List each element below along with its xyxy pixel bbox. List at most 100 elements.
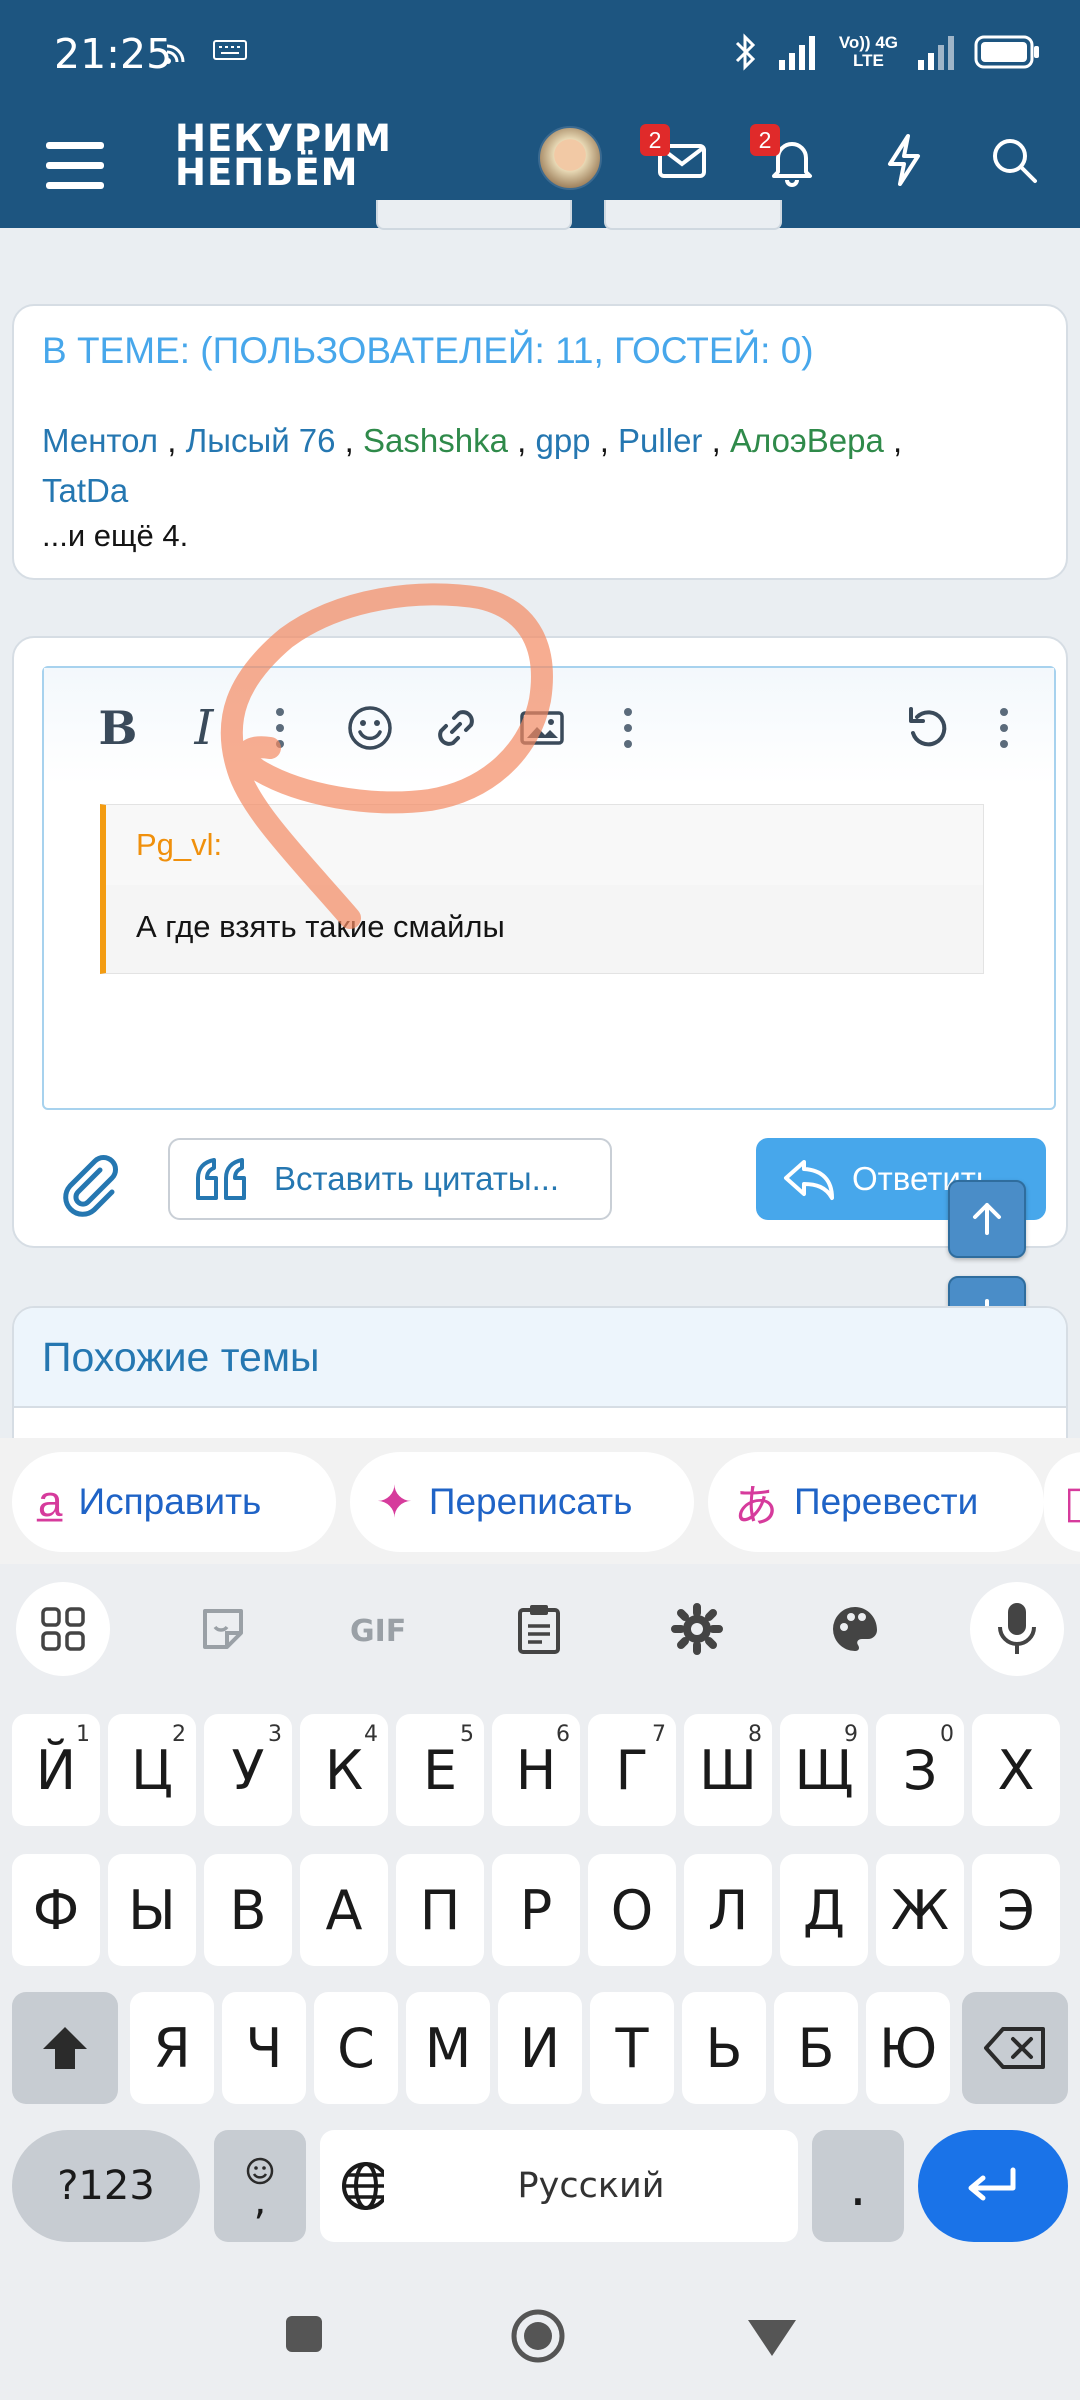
key[interactable]: О	[588, 1854, 676, 1966]
online-user-link[interactable]: Ментол	[42, 422, 158, 459]
reply-editor[interactable]: B I Pg_vl: А где взять такие смайлы	[42, 666, 1056, 1110]
key-hint: 4	[364, 1722, 378, 1747]
more-options-button[interactable]	[974, 698, 1034, 758]
key[interactable]: И	[498, 1992, 582, 2104]
more-insert-options-button[interactable]	[598, 698, 658, 758]
shift-key[interactable]	[12, 1992, 118, 2104]
online-user-link[interactable]: gpp	[535, 422, 590, 459]
link-button[interactable]	[426, 698, 486, 758]
key[interactable]: Ш8	[684, 1714, 772, 1826]
sticker-button[interactable]	[176, 1582, 270, 1676]
key[interactable]: К4	[300, 1714, 388, 1826]
italic-button[interactable]: I	[174, 698, 234, 758]
theme-button[interactable]	[808, 1582, 902, 1676]
scroll-up-button[interactable]	[948, 1180, 1026, 1258]
recents-square-icon[interactable]	[284, 2314, 324, 2354]
suggestion-fix-chip[interactable]: a̲ Исправить	[12, 1452, 336, 1552]
key[interactable]: Е5	[396, 1714, 484, 1826]
attach-files-button[interactable]	[54, 1148, 124, 1218]
key[interactable]: Л	[684, 1854, 772, 1966]
key[interactable]: Й1	[12, 1714, 100, 1826]
home-circle-icon[interactable]	[510, 2308, 566, 2364]
reply-icon	[784, 1160, 834, 1200]
key-hint: 8	[748, 1722, 762, 1747]
back-triangle-icon[interactable]	[746, 2316, 798, 2360]
key-hint: 9	[844, 1722, 858, 1747]
status-time: 21:25	[54, 30, 173, 78]
whats-new-button[interactable]	[874, 130, 934, 190]
shift-icon	[43, 2027, 87, 2069]
online-user-link[interactable]: TatDa	[42, 472, 128, 509]
key[interactable]: У3	[204, 1714, 292, 1826]
apps-button[interactable]	[16, 1582, 110, 1676]
online-user-link[interactable]: Puller	[618, 422, 702, 459]
app-header: 21:25 Vo)) 4G LTE НЕКУРИМ НЕПЬЁМ 2 2	[0, 0, 1080, 228]
key[interactable]: Ю	[866, 1992, 950, 2104]
period-key[interactable]: .	[812, 2130, 904, 2242]
key[interactable]: Ж	[876, 1854, 964, 1966]
lightning-icon	[888, 134, 920, 186]
messages-badge: 2	[640, 124, 670, 156]
key[interactable]: Т	[590, 1992, 674, 2104]
quote-author: Pg_vl:	[136, 827, 223, 862]
image-button[interactable]	[512, 698, 572, 758]
key[interactable]: Э	[972, 1854, 1060, 1966]
more-text-options-button[interactable]	[250, 698, 310, 758]
settings-button[interactable]	[650, 1582, 744, 1676]
key[interactable]: Я	[130, 1992, 214, 2104]
symbols-key[interactable]: ?123	[12, 2130, 200, 2242]
key-label: Ю	[878, 2016, 938, 2080]
undo-button[interactable]	[898, 698, 958, 758]
messages-button[interactable]: 2	[640, 124, 712, 190]
key[interactable]: Х	[972, 1714, 1060, 1826]
key[interactable]: Ь	[682, 1992, 766, 2104]
key[interactable]: Ч	[222, 1992, 306, 2104]
key[interactable]: Р	[492, 1854, 580, 1966]
quote-block[interactable]: Pg_vl: А где взять такие смайлы	[100, 804, 984, 974]
alerts-button[interactable]: 2	[750, 124, 822, 190]
key[interactable]: Н6	[492, 1714, 580, 1826]
key[interactable]: Ы	[108, 1854, 196, 1966]
menu-line	[46, 182, 104, 189]
arrow-up-icon	[973, 1203, 1001, 1235]
key-label: И	[519, 2016, 561, 2080]
key[interactable]: П	[396, 1854, 484, 1966]
key[interactable]: Д	[780, 1854, 868, 1966]
gif-button[interactable]: GIF	[334, 1582, 428, 1676]
online-user-link[interactable]: АлоэВера	[730, 422, 884, 459]
site-logo[interactable]: НЕКУРИМ НЕПЬЁМ	[175, 120, 392, 191]
key-label: Г	[615, 1738, 649, 1802]
menu-button[interactable]	[42, 132, 108, 198]
emoji-comma-key[interactable]: ,	[214, 2130, 306, 2242]
smilies-button[interactable]	[340, 698, 400, 758]
key[interactable]: Щ9	[780, 1714, 868, 1826]
voice-input-button[interactable]	[970, 1582, 1064, 1676]
backspace-key[interactable]	[962, 1992, 1068, 2104]
key[interactable]: Б	[774, 1992, 858, 2104]
key[interactable]: М	[406, 1992, 490, 2104]
search-button[interactable]	[984, 130, 1044, 190]
spellcheck-icon: a̲	[38, 1477, 63, 1526]
key[interactable]: Ц2	[108, 1714, 196, 1826]
key[interactable]: А	[300, 1854, 388, 1966]
online-user-link[interactable]: Sashshka	[363, 422, 508, 459]
key[interactable]: С	[314, 1992, 398, 2104]
key-label: Ж	[890, 1878, 950, 1942]
avatar[interactable]	[538, 126, 602, 190]
key[interactable]: З0	[876, 1714, 964, 1826]
suggestion-translate-chip[interactable]: あ Перевести	[708, 1452, 1044, 1552]
key[interactable]: В	[204, 1854, 292, 1966]
suggestion-more-chip[interactable]: ▯	[1044, 1452, 1080, 1552]
menu-line	[46, 162, 104, 169]
key[interactable]: Ф	[12, 1854, 100, 1966]
insert-quotes-button[interactable]: Вставить цитаты...	[168, 1138, 612, 1220]
key[interactable]: Г7	[588, 1714, 676, 1826]
microphone-icon	[998, 1603, 1036, 1654]
online-user-link[interactable]: Лысый 76	[186, 422, 336, 459]
clipboard-button[interactable]	[492, 1582, 586, 1676]
enter-key[interactable]	[918, 2130, 1068, 2242]
suggestion-rewrite-chip[interactable]: ✦ Переписать	[350, 1452, 694, 1552]
bold-button[interactable]: B	[88, 698, 148, 758]
status-icons-left	[165, 38, 247, 64]
space-key[interactable]: Русский	[384, 2130, 798, 2242]
